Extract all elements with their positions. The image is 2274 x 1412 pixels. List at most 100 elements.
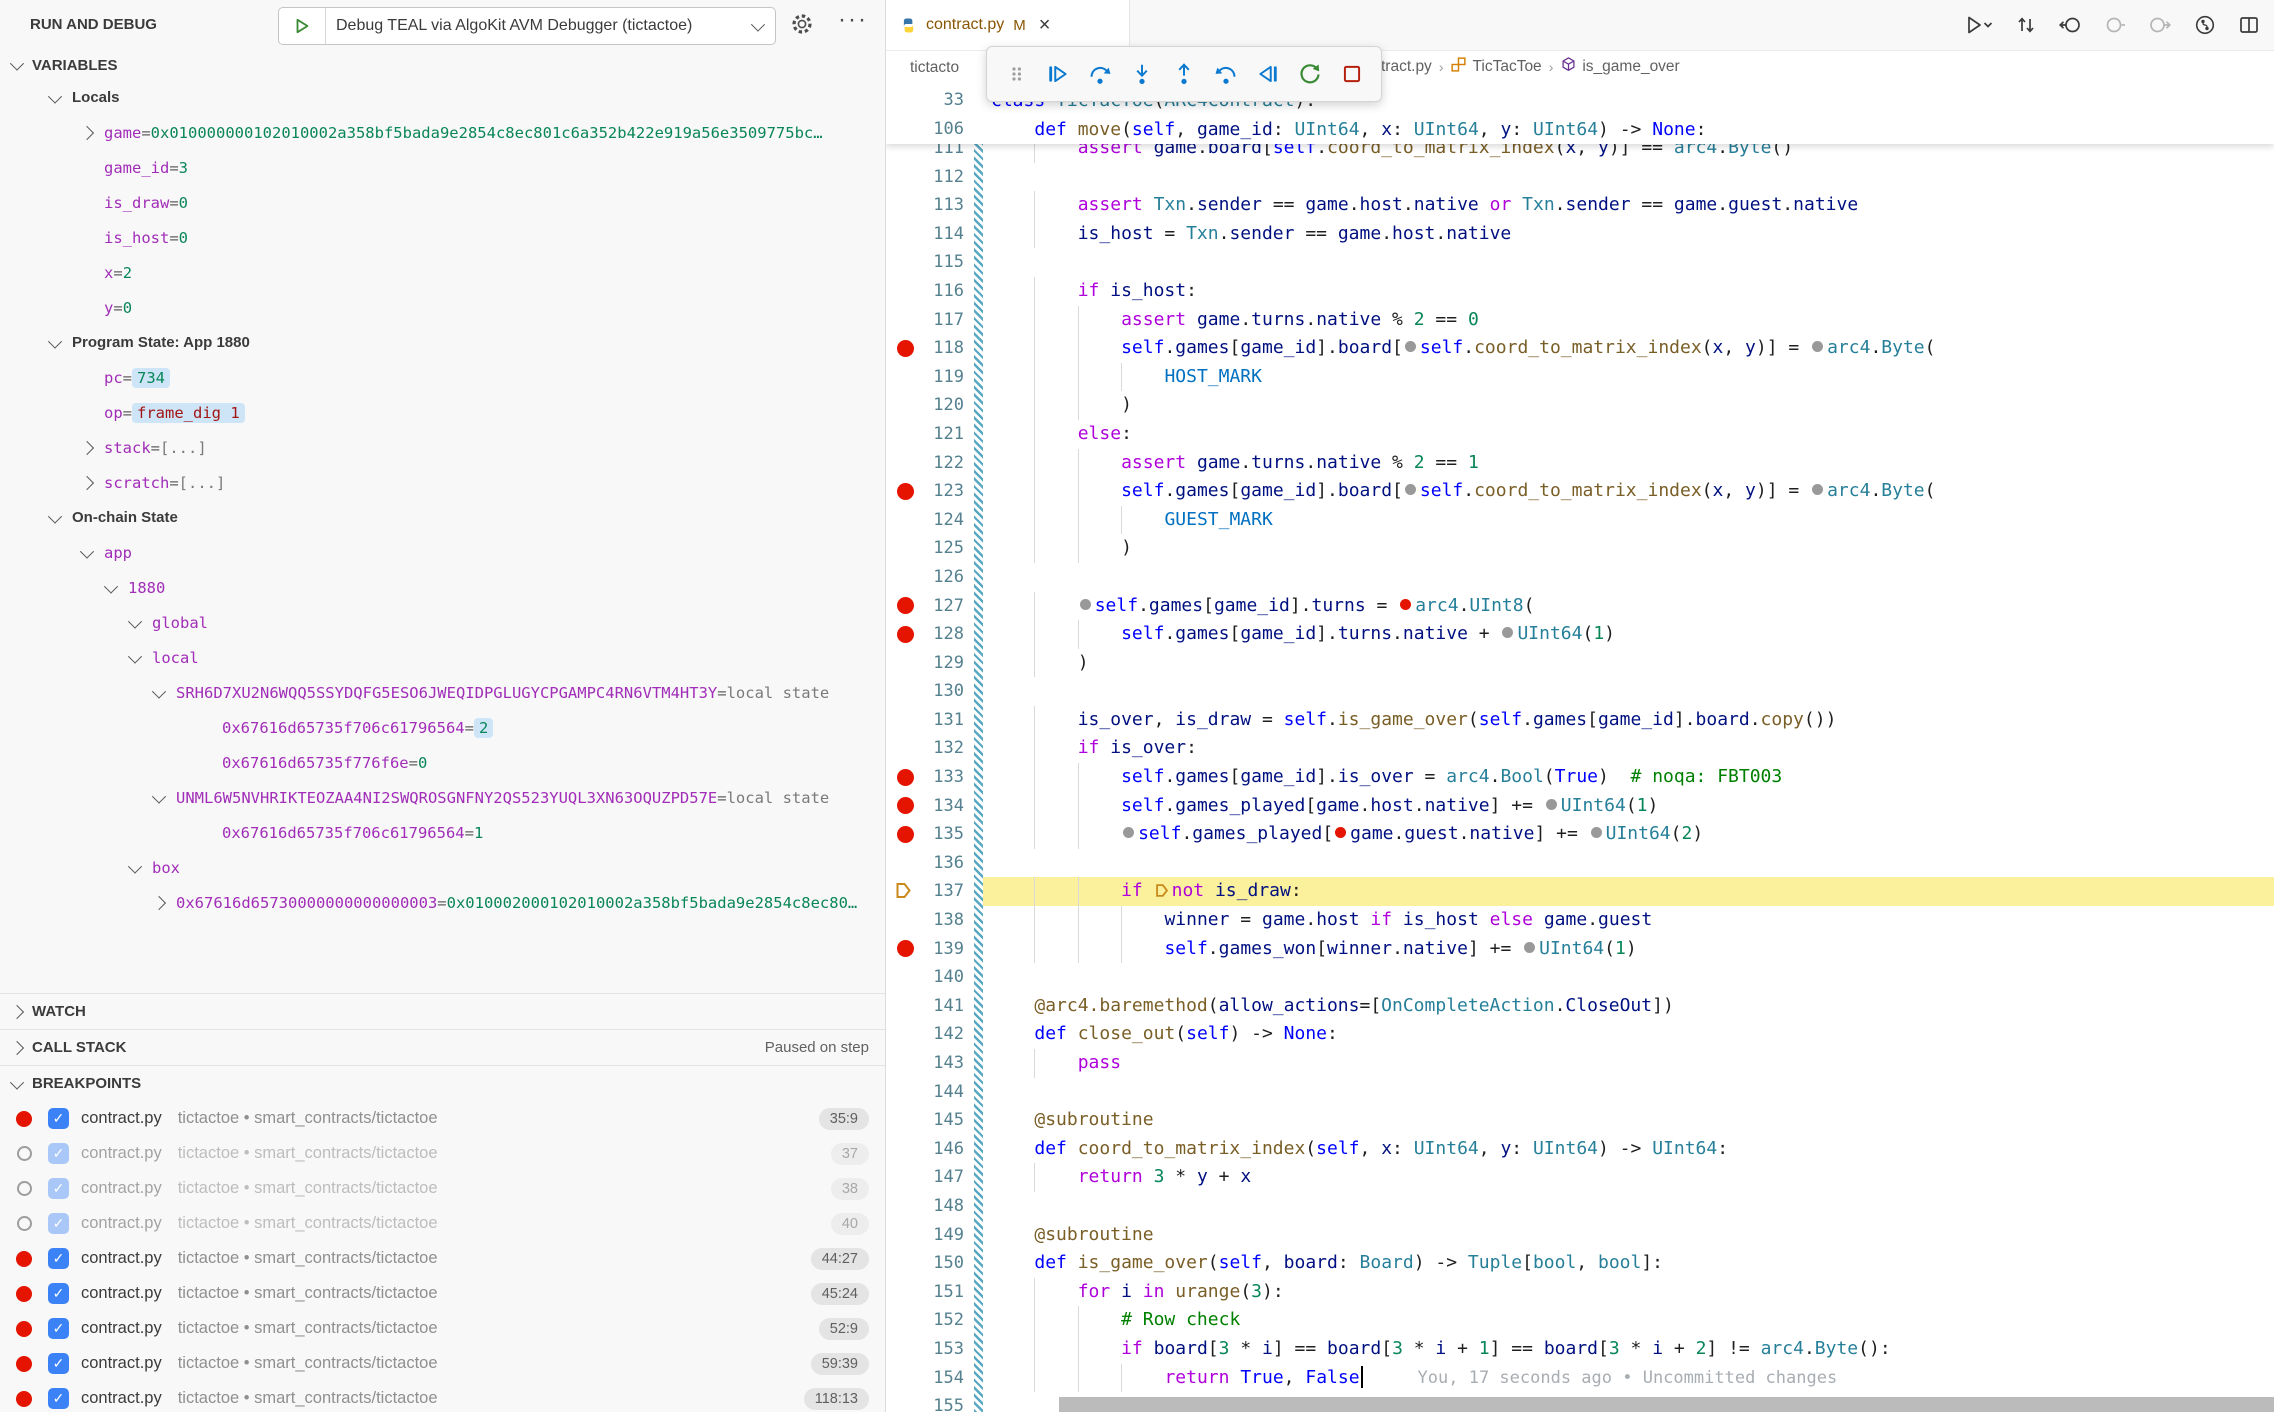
variable-row[interactable]: scratch = [...] (0, 465, 885, 500)
inline-breakpoint-icon[interactable] (1502, 627, 1513, 638)
variable-row[interactable]: Program State: App 1880 (0, 325, 885, 360)
code-line-117[interactable]: 117 assert game.turns.native % 2 == 0 (886, 306, 2274, 335)
breakpoint-gutter[interactable] (886, 477, 930, 506)
code-text[interactable]: def is_game_over(self, board: Board) -> … (991, 1249, 1663, 1278)
code-line-154[interactable]: 154 return True, FalseYou, 17 seconds ag… (886, 1364, 2274, 1393)
debug-config-dropdown[interactable]: Debug TEAL via AlgoKit AVM Debugger (tic… (278, 7, 776, 45)
breakpoint-row[interactable]: ✓contract.pytictactoe • smart_contracts/… (0, 1276, 885, 1311)
breakpoint-gutter[interactable] (886, 1364, 930, 1393)
code-line-135[interactable]: 135 self.games_played[game.guest.native]… (886, 820, 2274, 849)
code-text[interactable]: self.games[game_id].board[self.coord_to_… (991, 334, 1935, 363)
code-line-118[interactable]: 118 self.games[game_id].board[self.coord… (886, 334, 2274, 363)
variable-row[interactable]: 0x67616d65735f706c61796564 = 2 (0, 710, 885, 745)
horizontal-scrollbar[interactable] (1059, 1397, 2274, 1412)
code-text[interactable]: HOST_MARK (991, 363, 1262, 392)
restart-button[interactable] (1293, 54, 1327, 94)
code-line-134[interactable]: 134 self.games_played[game.host.native] … (886, 792, 2274, 821)
code-text[interactable]: self.games[game_id].board[self.coord_to_… (991, 477, 1935, 506)
close-icon[interactable]: × (1039, 14, 1051, 37)
breakpoint-gutter[interactable] (886, 1335, 930, 1364)
code-line-128[interactable]: 128 self.games[game_id].turns.native + U… (886, 620, 2274, 649)
split-editor-icon[interactable] (2238, 14, 2260, 36)
breakpoint-gutter[interactable] (886, 649, 930, 678)
code-text[interactable]: if board[3 * i] == board[3 * i + 1] == b… (991, 1335, 1891, 1364)
variable-row[interactable]: 1880 (0, 570, 885, 605)
twistie-icon[interactable] (154, 688, 176, 698)
twistie-icon[interactable] (130, 863, 152, 873)
code-text[interactable]: self.games_played[game.guest.native] += … (991, 820, 1703, 849)
variable-row[interactable]: op = frame_dig 1 (0, 395, 885, 430)
breakpoint-gutter[interactable] (886, 1106, 930, 1135)
code-line-148[interactable]: 148 (886, 1192, 2274, 1221)
run-dropdown-icon[interactable] (1964, 14, 1994, 36)
breakpoint-gutter[interactable] (886, 1135, 930, 1164)
breakpoint-gutter[interactable] (886, 248, 930, 277)
reverse-continue-button[interactable] (1251, 54, 1285, 94)
variable-row[interactable]: x = 2 (0, 255, 885, 290)
code-text[interactable]: if not is_draw: (991, 877, 1302, 906)
inline-breakpoint-icon[interactable] (1591, 827, 1602, 838)
code-line-138[interactable]: 138 winner = game.host if is_host else g… (886, 906, 2274, 935)
variable-row[interactable]: game = 0x010000000102010002a358bf5bada9e… (0, 115, 885, 150)
code-text[interactable]: is_over, is_draw = self.is_game_over(sel… (991, 706, 1836, 735)
code-line-129[interactable]: 129 ) (886, 649, 2274, 678)
breakpoint-gutter[interactable] (886, 534, 930, 563)
variable-row[interactable]: pc = 734 (0, 360, 885, 395)
inline-breakpoint-icon[interactable] (1400, 599, 1411, 610)
breakpoint-gutter[interactable] (886, 935, 930, 964)
breakpoint-gutter[interactable] (886, 820, 930, 849)
variable-row[interactable]: SRH6D7XU2N6WQQ5SSYDQFG5ESO6JWEQIDPGLUGYC… (0, 675, 885, 710)
code-text[interactable]: ) (991, 649, 1089, 678)
code-line-122[interactable]: 122 assert game.turns.native % 2 == 1 (886, 449, 2274, 478)
code-line-126[interactable]: 126 (886, 563, 2274, 592)
variables-section-header[interactable]: VARIABLES (0, 50, 885, 80)
breakpoint-gutter[interactable] (886, 506, 930, 535)
breakpoint-checkbox[interactable]: ✓ (48, 1283, 69, 1304)
code-line-125[interactable]: 125 ) (886, 534, 2274, 563)
code-text[interactable]: if is_host: (991, 277, 1197, 306)
code-text[interactable]: self.games_played[game.host.native] += U… (991, 792, 1658, 821)
breakpoint-gutter[interactable] (886, 1192, 930, 1221)
breakpoint-row[interactable]: ✓contract.pytictactoe • smart_contracts/… (0, 1311, 885, 1346)
twistie-icon[interactable] (82, 128, 104, 138)
code-text[interactable]: return 3 * y + x (991, 1163, 1251, 1192)
code-line-141[interactable]: 141 @arc4.baremethod(allow_actions=[OnCo… (886, 992, 2274, 1021)
breakpoint-gutter[interactable] (886, 906, 930, 935)
code-line-143[interactable]: 143 pass (886, 1049, 2274, 1078)
code-line-127[interactable]: 127 self.games[game_id].turns = arc4.UIn… (886, 592, 2274, 621)
code-text[interactable]: @subroutine (991, 1106, 1154, 1135)
breakpoint-gutter[interactable] (886, 1078, 930, 1107)
variable-row[interactable]: global (0, 605, 885, 640)
code-line-121[interactable]: 121 else: (886, 420, 2274, 449)
code-text[interactable]: return True, FalseYou, 17 seconds ago • … (991, 1364, 1837, 1393)
breakpoint-gutter[interactable] (886, 163, 930, 192)
breakpoint-gutter[interactable] (886, 1163, 930, 1192)
variable-row[interactable]: 0x67616d65735f706c61796564 = 1 (0, 815, 885, 850)
breakpoint-checkbox[interactable]: ✓ (48, 1108, 69, 1129)
code-line-149[interactable]: 149 @subroutine (886, 1221, 2274, 1250)
stop-button[interactable] (1335, 54, 1369, 94)
breakpoint-gutter[interactable] (886, 877, 930, 906)
code-text[interactable]: assert Txn.sender == game.host.native or… (991, 191, 1858, 220)
breakpoint-gutter[interactable] (886, 1020, 930, 1049)
code-line-106[interactable]: 106 def move(self, game_id: UInt64, x: U… (886, 115, 2274, 144)
breadcrumb-item[interactable]: TicTacToe (1450, 56, 1541, 78)
code-line-123[interactable]: 123 self.games[game_id].board[self.coord… (886, 477, 2274, 506)
code-line-146[interactable]: 146 def coord_to_matrix_index(self, x: U… (886, 1135, 2274, 1164)
code-line-114[interactable]: 114 is_host = Txn.sender == game.host.na… (886, 220, 2274, 249)
breakpoint-checkbox[interactable]: ✓ (48, 1143, 69, 1164)
navigate-menu-icon[interactable] (2103, 14, 2127, 36)
code-line-140[interactable]: 140 (886, 963, 2274, 992)
breakpoint-gutter[interactable] (886, 1049, 930, 1078)
breakpoint-gutter[interactable] (886, 277, 930, 306)
twistie-icon[interactable] (82, 478, 104, 488)
breakpoint-gutter[interactable] (886, 706, 930, 735)
breakpoint-gutter[interactable] (886, 420, 930, 449)
variable-row[interactable]: 0x67616d65730000000000000003 = 0x0100020… (0, 885, 885, 920)
navigate-forward-icon[interactable] (2148, 14, 2172, 36)
twistie-icon[interactable] (82, 443, 104, 453)
twistie-icon[interactable] (82, 548, 104, 558)
breakpoint-checkbox[interactable]: ✓ (48, 1388, 69, 1409)
code-line-115[interactable]: 115 (886, 248, 2274, 277)
watch-section-header[interactable]: WATCH (0, 993, 885, 1029)
